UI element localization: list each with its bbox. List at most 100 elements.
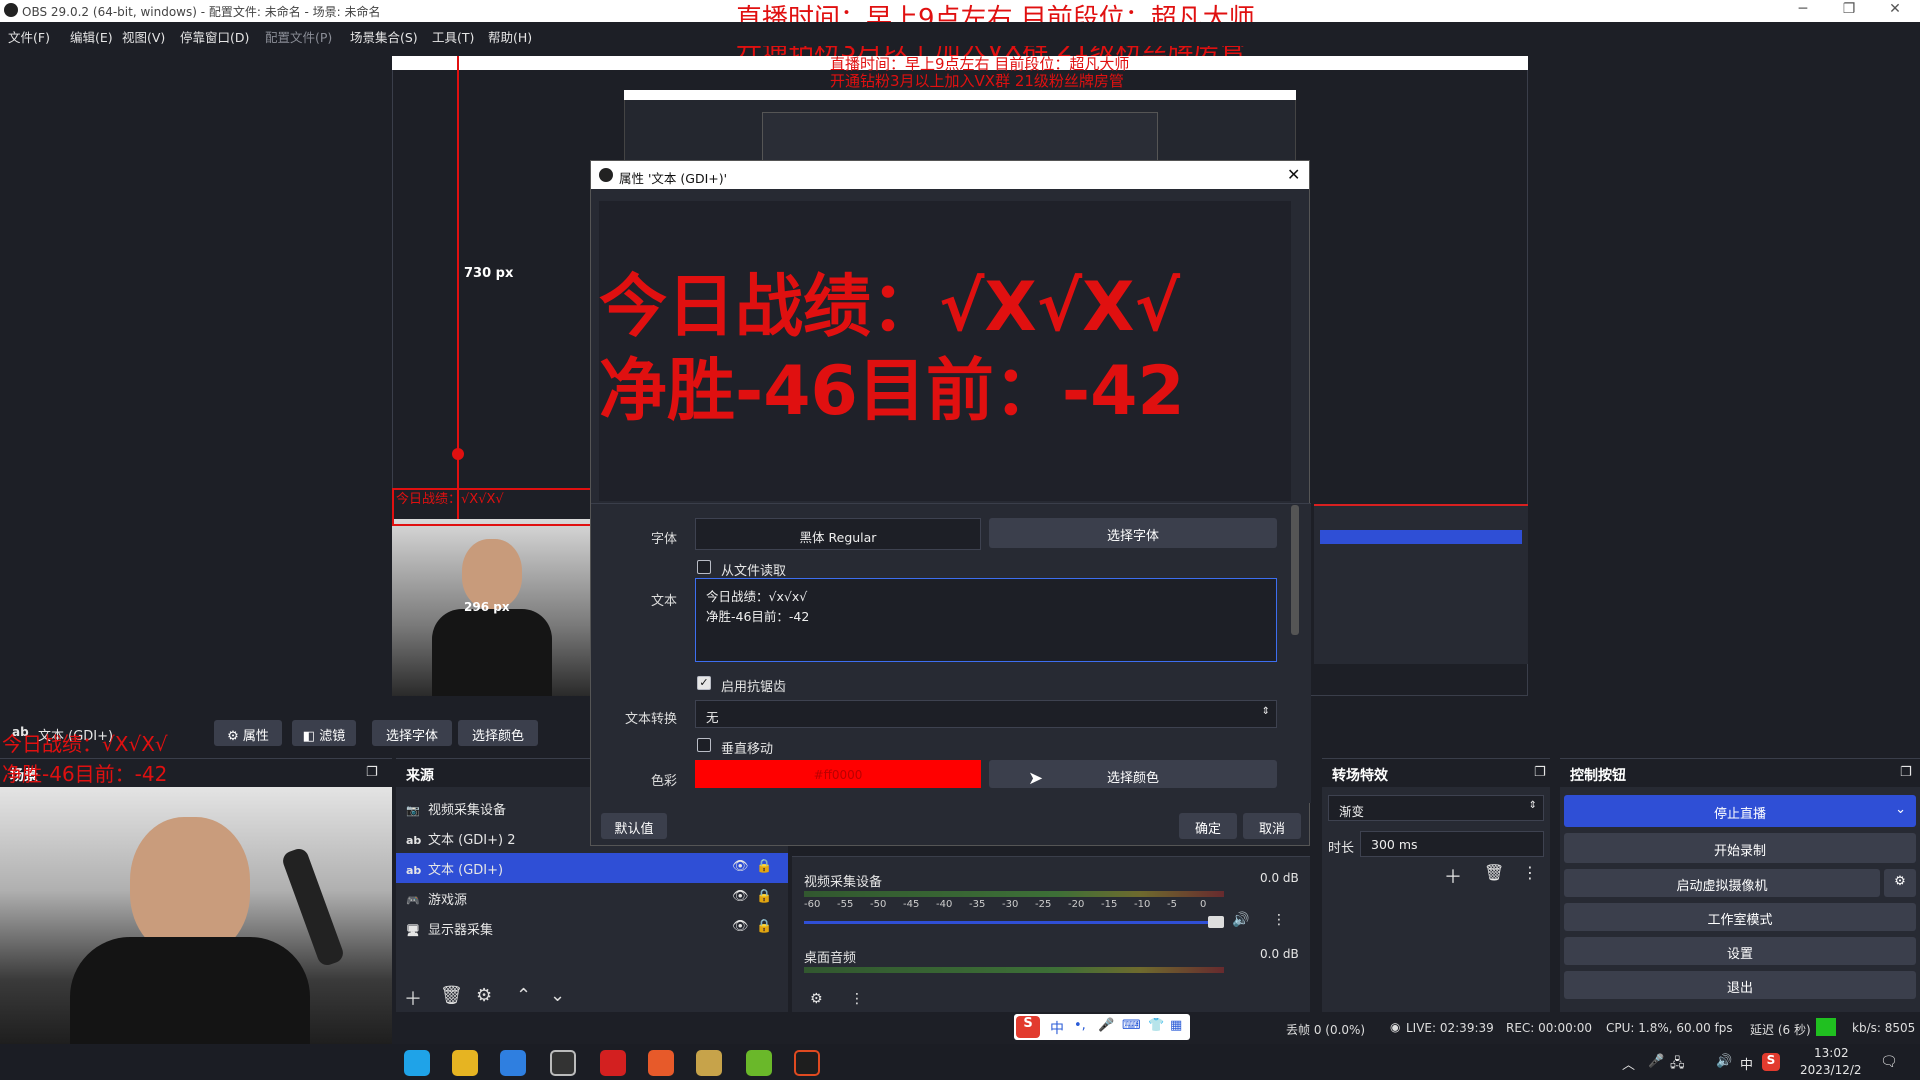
speaker-icon[interactable]: 🔊 (1232, 912, 1249, 928)
start-record-button[interactable]: 开始录制 (1564, 833, 1916, 863)
close-button[interactable]: ✕ (1872, 1, 1918, 17)
edge-icon[interactable] (404, 1050, 430, 1076)
transform-select[interactable]: 无 ⇕ (695, 700, 1277, 728)
vertical-checkbox[interactable] (697, 738, 711, 752)
health-indicator (1816, 1018, 1836, 1036)
transition-select[interactable]: 渐变 ⇕ (1328, 795, 1544, 821)
from-file-checkbox[interactable] (697, 560, 711, 574)
menu-help[interactable]: 帮助(H) (488, 27, 532, 46)
tray-ime[interactable]: 中 (1740, 1054, 1753, 1073)
dialog-scrollbar[interactable] (1291, 505, 1299, 635)
tray-chevron-icon[interactable]: ︿ (1622, 1054, 1635, 1073)
file-explorer-icon[interactable] (452, 1050, 478, 1076)
settings-button[interactable]: 设置 (1564, 937, 1916, 965)
select-font-button[interactable]: 选择字体 (989, 518, 1277, 548)
menu-docks[interactable]: 停靠窗口(D) (180, 27, 249, 46)
source-row[interactable]: 🖥 显示器采集 👁 🔒 (396, 913, 788, 943)
visibility-eye-icon[interactable]: 👁 (732, 859, 749, 874)
maximize-button[interactable]: ❐ (1826, 1, 1872, 17)
meter-tick: -20 (1068, 899, 1085, 910)
handle-dot[interactable] (452, 448, 464, 460)
netease-icon[interactable] (600, 1050, 626, 1076)
app3-icon[interactable] (794, 1050, 820, 1076)
studio-mode-button[interactable]: 工作室模式 (1564, 903, 1916, 931)
gear-icon[interactable]: ⚙ (476, 985, 492, 1006)
meter-tick: -45 (903, 899, 920, 910)
text-input[interactable]: 今日战绩：√x√x√ 净胜-46目前：-42 (695, 578, 1277, 662)
source-row[interactable]: 🎮 游戏源 👁 🔒 (396, 883, 788, 913)
properties-button[interactable]: ⚙ 属性 (214, 720, 282, 746)
menu-file[interactable]: 文件(F) (8, 27, 50, 46)
mixer-ch2-db: 0.0 dB (1260, 947, 1299, 961)
mic-tray-icon[interactable]: 🎤 (1648, 1054, 1664, 1069)
undock-icon[interactable]: ❐ (366, 765, 378, 780)
lock-icon[interactable]: 🔒 (756, 919, 772, 934)
trash-icon[interactable]: 🗑 (1484, 863, 1504, 882)
sogou-tray-icon[interactable]: S (1762, 1053, 1780, 1071)
exit-button[interactable]: 退出 (1564, 971, 1916, 999)
mixer-ch1-ticks: -60 -55 -50 -45 -40 -35 -30 -25 -20 -15 -10 -5 0 (804, 899, 1244, 913)
nested-stop-button (1320, 530, 1522, 544)
antialias-checkbox[interactable]: ✓ (697, 676, 711, 690)
obs-taskbar-icon[interactable] (550, 1050, 576, 1076)
sources-footer: ＋ 🗑 ⚙ ⌃ ⌄ (404, 985, 644, 1011)
mixer-ch1-slider[interactable] (804, 921, 1214, 924)
qq-browser-icon[interactable] (500, 1050, 526, 1076)
cancel-button[interactable]: 取消 (1243, 813, 1301, 839)
virtual-camera-button[interactable]: 启动虚拟摄像机 (1564, 869, 1880, 897)
app-icon[interactable] (648, 1050, 674, 1076)
league-icon[interactable] (696, 1050, 722, 1076)
undock-icon[interactable]: ❐ (1900, 765, 1912, 780)
down-icon[interactable]: ⌄ (550, 985, 565, 1006)
mouse-cursor-icon: ➤ (1028, 768, 1044, 789)
gear-icon[interactable]: ⚙ (810, 991, 823, 1007)
virtual-camera-settings-button[interactable]: ⚙ (1884, 869, 1916, 897)
kebab-menu-icon[interactable]: ⋮ (850, 991, 864, 1007)
visibility-eye-icon[interactable]: 👁 (732, 919, 749, 934)
filters-button[interactable]: ◧ 滤镜 (292, 720, 356, 746)
visibility-eye-icon[interactable]: 👁 (732, 889, 749, 904)
stop-stream-button[interactable]: 停止直播 ⌄ (1564, 795, 1916, 827)
menu-profile[interactable]: 配置文件(P) (265, 27, 332, 46)
source-name: 游戏源 (428, 893, 468, 908)
text-line1: 今日战绩：√x√x√ (706, 589, 808, 604)
network-icon[interactable]: 🖧 (1670, 1054, 1685, 1076)
menu-edit[interactable]: 编辑(E) (70, 27, 113, 46)
dialog-close-button[interactable]: ✕ (1287, 165, 1300, 184)
kebab-menu-icon[interactable]: ⋮ (1272, 912, 1286, 928)
volume-icon[interactable]: 🔊 (1716, 1054, 1732, 1069)
duration-input[interactable]: 300 ms (1360, 831, 1544, 857)
up-icon[interactable]: ⌃ (516, 985, 531, 1006)
app2-icon[interactable] (746, 1050, 772, 1076)
ime-toolbar[interactable]: S 中 •, 🎤 ⌨ 👕 ▦ (1014, 1014, 1190, 1040)
defaults-button[interactable]: 默认值 (601, 813, 667, 839)
menu-tools[interactable]: 工具(T) (432, 27, 474, 46)
mixer-ch1-slider-handle[interactable] (1208, 916, 1224, 928)
add-icon[interactable]: ＋ (1444, 863, 1462, 889)
kebab-menu-icon[interactable]: ⋮ (1522, 863, 1538, 882)
ok-button[interactable]: 确定 (1179, 813, 1237, 839)
lock-icon[interactable]: 🔒 (756, 889, 772, 904)
delay-status: 延迟 (6 秒) (1750, 1023, 1811, 1037)
keyboard-icon: ⌨ (1122, 1018, 1141, 1033)
undock-icon[interactable]: ❐ (1534, 765, 1546, 780)
lock-icon[interactable]: 🔒 (756, 859, 772, 874)
gear-icon: ⚙ (227, 729, 239, 744)
source-row[interactable]: ab 文本 (GDI+) 👁 🔒 (396, 853, 788, 883)
select-font-toolbar-button[interactable]: 选择字体 (372, 720, 452, 746)
add-icon[interactable]: ＋ (404, 985, 422, 1011)
notification-icon[interactable]: 🗨 (1880, 1054, 1898, 1070)
transitions-dock: 转场特效 ❐ 渐变 ⇕ 时长 300 ms ＋ 🗑 ⋮ (1322, 758, 1550, 1012)
minimize-button[interactable]: ─ (1780, 1, 1826, 17)
select-color-toolbar-button[interactable]: 选择颜色 (458, 720, 538, 746)
text-label: 文本 (650, 594, 677, 609)
antialias-label: 启用抗锯齿 (721, 680, 787, 695)
menu-view[interactable]: 视图(V) (122, 27, 165, 46)
meter-tick: -50 (870, 899, 887, 910)
trash-icon[interactable]: 🗑 (440, 985, 463, 1006)
clock-time: 13:02 (1814, 1046, 1849, 1060)
obs-logo-icon (599, 168, 613, 182)
color-swatch: #ff0000 (695, 760, 981, 788)
menu-scene-collection[interactable]: 场景集合(S) (350, 27, 418, 46)
window-title: OBS 29.0.2 (64-bit, windows) - 配置文件: 未命名… (22, 5, 381, 19)
